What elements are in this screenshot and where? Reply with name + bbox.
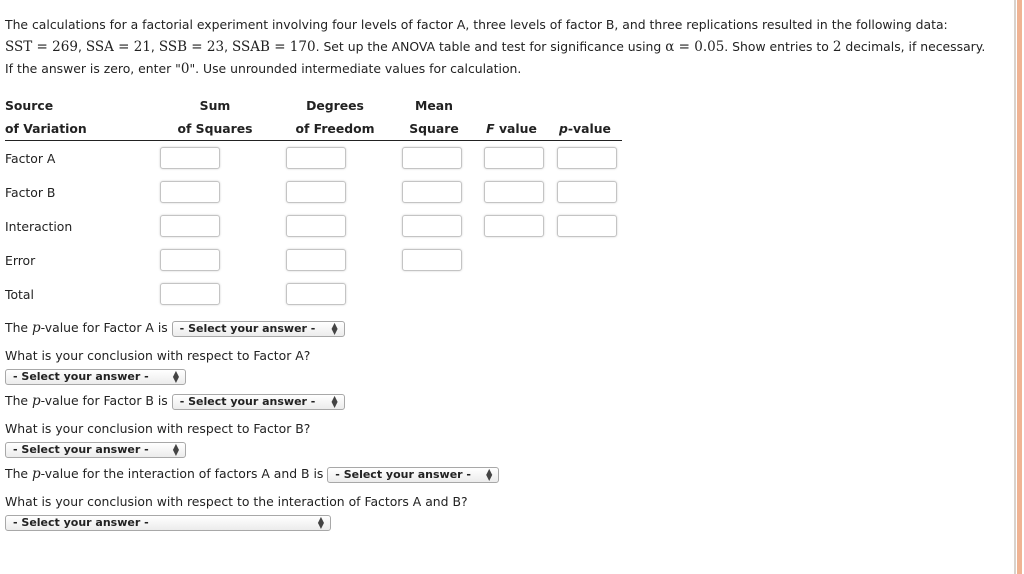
ss-error-input[interactable] (160, 249, 220, 271)
select-arrows-icon: ▲ ▼ (486, 466, 493, 482)
row-label: Interaction (5, 218, 73, 234)
table-row-factor-a: Factor A (5, 141, 622, 176)
row-label: Total (5, 286, 34, 302)
conclusion-factor-b-select[interactable]: - Select your answer - ▲ ▼ (5, 441, 186, 458)
question-pvalue-factor-b: The p-value for Factor B is - Select you… (5, 393, 345, 410)
header-empty (475, 94, 548, 116)
df-total-input[interactable] (286, 283, 346, 305)
header-row-bottom: of Variation of Squares of Freedom Squar… (5, 116, 622, 141)
header-of-freedom: of Freedom (277, 116, 393, 141)
question-conclusion-factor-a: What is your conclusion with respect to … (5, 348, 311, 363)
intro-text: . Show entries to (724, 39, 833, 54)
table-row-factor-b: Factor B (5, 175, 622, 209)
conclusion-factor-a-select[interactable]: - Select your answer - ▲ ▼ (5, 368, 186, 385)
page-border-line (1014, 0, 1016, 574)
f-factor-a-input[interactable] (484, 147, 544, 169)
conclusion-factor-a-wrapper: - Select your answer - ▲ ▼ (5, 368, 186, 385)
pvalue-interaction-select[interactable]: - Select your answer - ▲ ▼ (327, 466, 500, 483)
intro-text: ". Use unrounded intermediate values for… (189, 61, 522, 76)
ssa-value: SSA = 21 (85, 39, 151, 55)
header-mean: Mean (415, 97, 453, 113)
anova-table: Source Sum Degrees Mean of Variation of … (5, 94, 622, 311)
intro-text: decimals, if necessary. (841, 39, 986, 54)
table-row-interaction: Interaction (5, 209, 622, 243)
ms-error-input[interactable] (402, 249, 462, 271)
ms-factor-a-input[interactable] (402, 147, 462, 169)
pvalue-factor-b-select[interactable]: - Select your answer - ▲ ▼ (171, 393, 345, 410)
header-of-squares: of Squares (153, 116, 277, 141)
f-factor-b-input[interactable] (484, 181, 544, 203)
header-empty (548, 94, 622, 116)
ssb-value: SSB = 23 (158, 39, 225, 55)
ms-factor-b-input[interactable] (402, 181, 462, 203)
header-degrees: Degrees (306, 97, 364, 113)
alpha-value: α = 0.05 (665, 39, 725, 55)
conclusion-interaction-wrapper: - Select your answer - ▲ ▼ (5, 514, 331, 531)
conclusion-factor-b-wrapper: - Select your answer - ▲ ▼ (5, 441, 186, 458)
header-p-value: p-value (548, 116, 622, 141)
ss-factor-a-input[interactable] (160, 147, 220, 169)
select-arrows-icon: ▲ ▼ (331, 320, 338, 336)
p-interaction-input[interactable] (557, 215, 617, 237)
select-arrows-icon: ▲ ▼ (317, 514, 324, 530)
conclusion-interaction-select[interactable]: - Select your answer - ▲ ▼ (5, 514, 331, 531)
df-error-input[interactable] (286, 249, 346, 271)
ss-total-input[interactable] (160, 283, 220, 305)
table-row-total: Total (5, 277, 622, 311)
f-interaction-input[interactable] (484, 215, 544, 237)
select-arrows-icon: ▲ ▼ (172, 441, 179, 457)
header-source: Source (5, 97, 54, 113)
table-row-error: Error (5, 243, 622, 277)
row-label: Factor A (5, 150, 56, 166)
ss-factor-b-input[interactable] (160, 181, 220, 203)
question-content: The calculations for a factorial experim… (5, 14, 995, 531)
row-label: Error (5, 252, 36, 268)
ss-interaction-input[interactable] (160, 215, 220, 237)
header-of-variation: of Variation (5, 116, 153, 141)
pvalue-factor-a-select[interactable]: - Select your answer - ▲ ▼ (171, 320, 345, 337)
intro-text: . Set up the ANOVA table and test for si… (315, 39, 666, 54)
intro-line-2: SST = 269, SSA = 21, SSB = 23, SSAB = 17… (5, 39, 986, 55)
header-f-value: F value (475, 116, 548, 141)
intro-line-1: The calculations for a factorial experim… (5, 17, 948, 32)
select-arrows-icon: ▲ ▼ (331, 393, 338, 409)
intro-text: If the answer is zero, enter " (5, 61, 181, 76)
p-factor-b-input[interactable] (557, 181, 617, 203)
sst-value: SST = 269 (5, 39, 78, 55)
ssab-value: SSAB = 170 (231, 39, 316, 55)
row-label: Factor B (5, 184, 56, 200)
header-sum: Sum (199, 97, 231, 113)
p-factor-a-input[interactable] (557, 147, 617, 169)
header-row-top: Source Sum Degrees Mean (5, 94, 622, 116)
ms-interaction-input[interactable] (402, 215, 462, 237)
header-square: Square (393, 116, 475, 141)
df-interaction-input[interactable] (286, 215, 346, 237)
select-arrows-icon: ▲ ▼ (172, 368, 179, 384)
problem-statement: The calculations for a factorial experim… (5, 14, 995, 80)
question-conclusion-interaction: What is your conclusion with respect to … (5, 494, 468, 509)
page-accent-bar (1017, 0, 1022, 574)
df-factor-a-input[interactable] (286, 147, 346, 169)
question-conclusion-factor-b: What is your conclusion with respect to … (5, 421, 311, 436)
question-pvalue-factor-a: The p-value for Factor A is - Select you… (5, 320, 345, 337)
df-factor-b-input[interactable] (286, 181, 346, 203)
intro-line-3: If the answer is zero, enter "0". Use un… (5, 58, 995, 80)
question-pvalue-interaction: The p-value for the interaction of facto… (5, 466, 500, 483)
